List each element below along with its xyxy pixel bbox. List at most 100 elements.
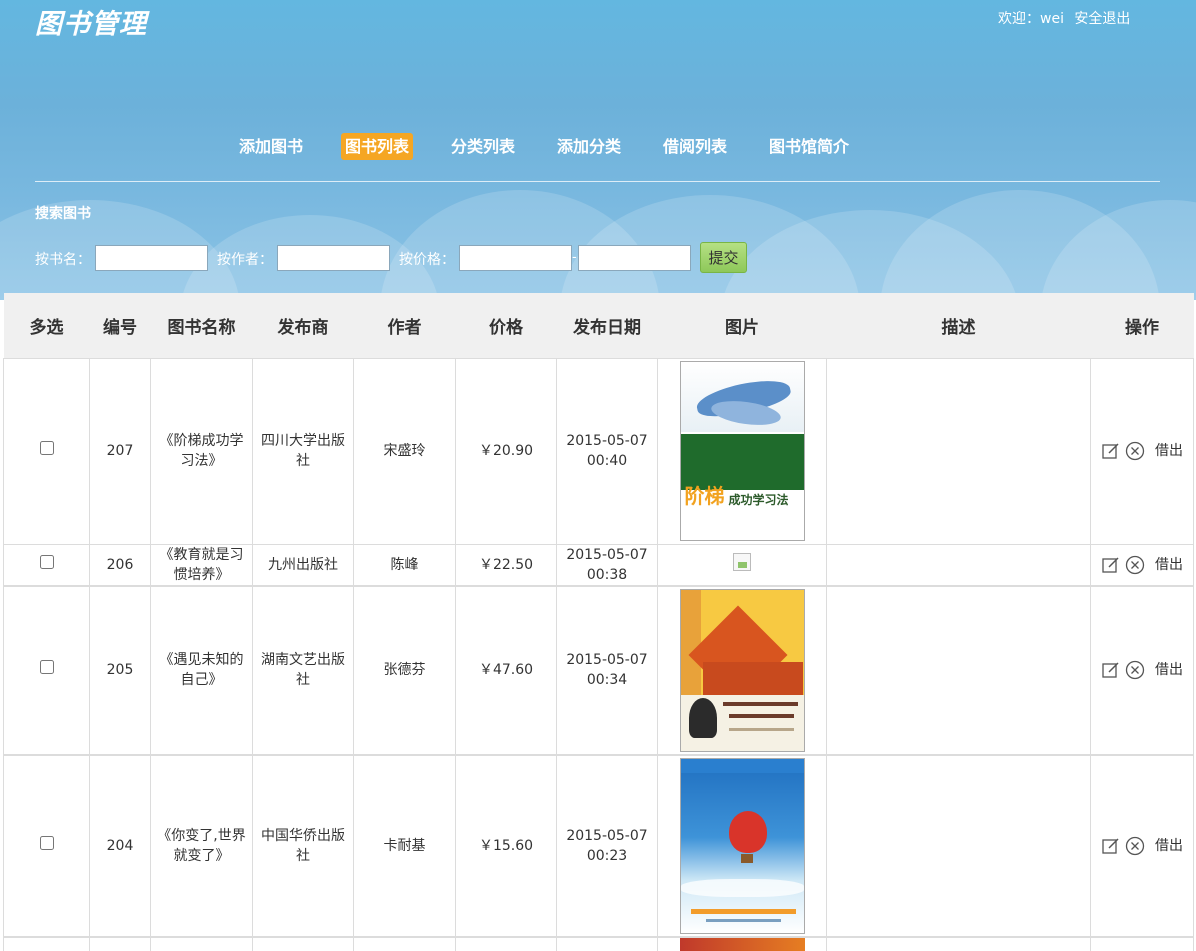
book-date-cell: 2015-05-07 00:23 xyxy=(556,753,658,937)
header-banner: 图书管理 欢迎：wei 安全退出 添加图书 图书列表 分类列表 添加分类 借阅列… xyxy=(0,0,1196,300)
book-table-wrap: 多选 编号 图书名称 发布商 作者 价格 发布日期 图片 描述 操作 207 《… xyxy=(3,293,1194,951)
nav-book-list[interactable]: 图书列表 xyxy=(341,133,414,160)
table-row: 206 《教育就是习惯培养》 九州出版社 陈峰 ￥22.50 2015-05-0… xyxy=(3,543,1194,586)
book-description xyxy=(826,543,1091,586)
nav-category-list[interactable]: 分类列表 xyxy=(447,133,519,160)
nav-library-intro[interactable]: 图书馆简介 xyxy=(765,133,853,160)
search-price-min-input[interactable] xyxy=(459,245,572,271)
col-header-cover: 图片 xyxy=(657,293,827,358)
search-submit-button[interactable]: 提交 xyxy=(700,242,747,273)
row-actions: 借出 xyxy=(1090,753,1194,937)
row-checkbox[interactable] xyxy=(39,835,54,850)
book-publisher: 九州出版社 xyxy=(252,543,354,586)
book-name: 《阶梯成功学习法》 xyxy=(150,357,253,545)
search-price-label: 按价格： xyxy=(399,252,455,268)
book-date: 2015-05-07 xyxy=(566,546,648,563)
book-price: ￥22.50 xyxy=(455,543,557,586)
book-name: 《教育就是习惯培养》 xyxy=(150,543,253,586)
borrow-link[interactable]: 借出 xyxy=(1155,441,1183,461)
book-publisher xyxy=(252,935,354,951)
book-date-cell xyxy=(556,935,658,951)
book-id: 205 xyxy=(89,584,151,755)
book-cover-cell xyxy=(657,935,827,951)
row-checkbox[interactable] xyxy=(39,554,54,569)
book-time: 00:23 xyxy=(586,847,628,864)
book-price: ￥15.60 xyxy=(455,753,557,937)
edit-icon[interactable] xyxy=(1101,441,1121,461)
book-time: 00:34 xyxy=(586,672,628,688)
logout-link[interactable]: 安全退出 xyxy=(1074,11,1130,27)
book-author: 宋盛玲 xyxy=(353,357,456,545)
edit-icon[interactable] xyxy=(1101,555,1121,575)
book-cover-cell xyxy=(657,584,827,755)
borrow-link[interactable]: 借出 xyxy=(1155,660,1183,680)
col-header-id: 编号 xyxy=(89,293,151,358)
row-checkbox[interactable] xyxy=(39,660,54,674)
app-title: 图书管理 xyxy=(35,9,147,40)
book-id xyxy=(89,935,151,951)
book-date: 2015-05-07 xyxy=(566,433,648,449)
book-cover-image xyxy=(679,757,805,934)
search-author-label: 按作者： xyxy=(217,252,273,268)
col-header-price: 价格 xyxy=(455,293,557,358)
book-cover-cell xyxy=(657,753,827,937)
book-author: 张德芬 xyxy=(353,584,456,755)
search-form: 按书名： 按作者： 按价格： - 提交 xyxy=(0,242,1196,274)
col-header-select: 多选 xyxy=(3,293,90,358)
table-row: 207 《阶梯成功学习法》 四川大学出版社 宋盛玲 ￥20.90 2015-05… xyxy=(3,357,1194,545)
borrow-link[interactable]: 借出 xyxy=(1155,555,1183,575)
col-header-author: 作者 xyxy=(353,293,456,358)
book-time: 00:40 xyxy=(586,453,628,469)
book-time: 00:38 xyxy=(586,566,628,583)
row-select-cell xyxy=(3,584,90,755)
search-price-max-input[interactable] xyxy=(578,245,691,271)
edit-icon[interactable] xyxy=(1101,836,1121,856)
book-publisher: 中国华侨出版社 xyxy=(252,753,354,937)
col-header-date: 发布日期 xyxy=(556,293,658,358)
table-row: 204 《你变了,世界就变了》 中国华侨出版社 卡耐基 ￥15.60 2015-… xyxy=(3,753,1194,937)
broken-image-icon xyxy=(733,552,751,571)
book-cover-image xyxy=(679,588,805,752)
book-author xyxy=(353,935,456,951)
book-name: 《遇见未知的自己》 xyxy=(150,584,253,755)
row-actions: 借出 xyxy=(1090,584,1194,755)
delete-icon[interactable] xyxy=(1125,441,1145,461)
search-title: 搜索图书 xyxy=(35,206,91,222)
book-date-cell: 2015-05-07 00:38 xyxy=(556,543,658,586)
row-select-cell xyxy=(3,753,90,937)
book-publisher: 湖南文艺出版社 xyxy=(252,584,354,755)
book-price: ￥20.90 xyxy=(455,357,557,545)
book-date-cell: 2015-05-07 00:34 xyxy=(556,584,658,755)
book-publisher: 四川大学出版社 xyxy=(252,357,354,545)
book-price xyxy=(455,935,557,951)
nav-add-category[interactable]: 添加分类 xyxy=(553,133,625,160)
book-table: 多选 编号 图书名称 发布商 作者 价格 发布日期 图片 描述 操作 207 《… xyxy=(3,293,1194,951)
search-name-input[interactable] xyxy=(95,245,208,271)
book-date: 2015-05-07 xyxy=(566,827,648,844)
book-name xyxy=(150,935,253,951)
book-description xyxy=(826,584,1091,755)
delete-icon[interactable] xyxy=(1125,660,1145,680)
edit-icon[interactable] xyxy=(1101,660,1121,680)
col-header-actions: 操作 xyxy=(1090,293,1194,358)
book-price: ￥47.60 xyxy=(455,584,557,755)
row-actions xyxy=(1090,935,1194,951)
book-date: 2015-05-07 xyxy=(566,652,648,668)
row-checkbox[interactable] xyxy=(39,441,54,455)
delete-icon[interactable] xyxy=(1125,836,1145,856)
book-date-cell: 2015-05-07 00:40 xyxy=(556,357,658,545)
table-row xyxy=(3,935,1194,951)
book-description xyxy=(826,357,1091,545)
price-range-dash: - xyxy=(572,250,577,265)
delete-icon[interactable] xyxy=(1125,555,1145,575)
search-author-input[interactable] xyxy=(277,245,390,271)
book-author: 陈峰 xyxy=(353,543,456,586)
book-description xyxy=(826,935,1091,951)
book-cover-cell: 阶梯 成功学习法 xyxy=(657,357,827,545)
nav-add-book[interactable]: 添加图书 xyxy=(235,133,307,160)
nav-borrow-list[interactable]: 借阅列表 xyxy=(659,133,731,160)
main-nav: 添加图书 图书列表 分类列表 添加分类 借阅列表 图书馆简介 xyxy=(0,133,1196,161)
borrow-link[interactable]: 借出 xyxy=(1155,836,1183,856)
book-id: 204 xyxy=(89,753,151,937)
book-cover-image: 阶梯 成功学习法 xyxy=(679,361,805,541)
